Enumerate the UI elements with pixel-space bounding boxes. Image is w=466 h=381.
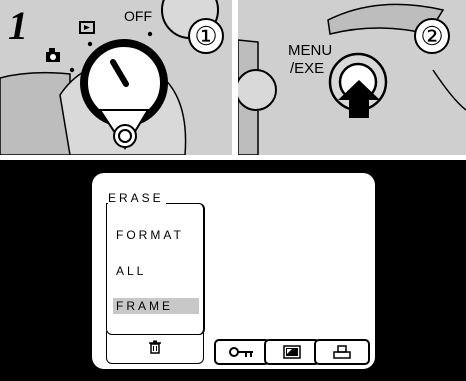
erase-menu-box: FORMAT ALL FRAME bbox=[106, 203, 205, 335]
print-icon bbox=[333, 345, 351, 359]
menu-label: MENU bbox=[288, 42, 333, 59]
dial-illustration-panel: 1 OFF ① bbox=[0, 0, 232, 155]
dial-off-label: OFF bbox=[124, 8, 152, 24]
tab-protect[interactable] bbox=[214, 339, 270, 365]
key-icon bbox=[229, 347, 253, 357]
step-circle-1: ① bbox=[188, 18, 224, 54]
menu-button-illustration-panel: MENU /EXE ② bbox=[238, 0, 466, 155]
step-number: 1 bbox=[8, 3, 28, 48]
menu-item-frame[interactable]: FRAME bbox=[116, 299, 173, 313]
menu-title: ERASE bbox=[108, 191, 166, 205]
lcd-display-area: FORMAT ALL FRAME ERASE bbox=[0, 160, 466, 381]
menu-item-all[interactable]: ALL bbox=[116, 264, 146, 278]
tab-image[interactable] bbox=[264, 339, 320, 365]
lcd-screen: FORMAT ALL FRAME ERASE bbox=[92, 173, 375, 369]
image-icon bbox=[283, 345, 301, 359]
tab-erase[interactable] bbox=[106, 331, 204, 364]
step-circle-2: ② bbox=[414, 18, 450, 54]
menu-item-format[interactable]: FORMAT bbox=[116, 228, 184, 242]
tab-print[interactable] bbox=[314, 339, 370, 365]
trash-icon bbox=[149, 340, 161, 354]
exe-label: /EXE bbox=[290, 60, 325, 77]
